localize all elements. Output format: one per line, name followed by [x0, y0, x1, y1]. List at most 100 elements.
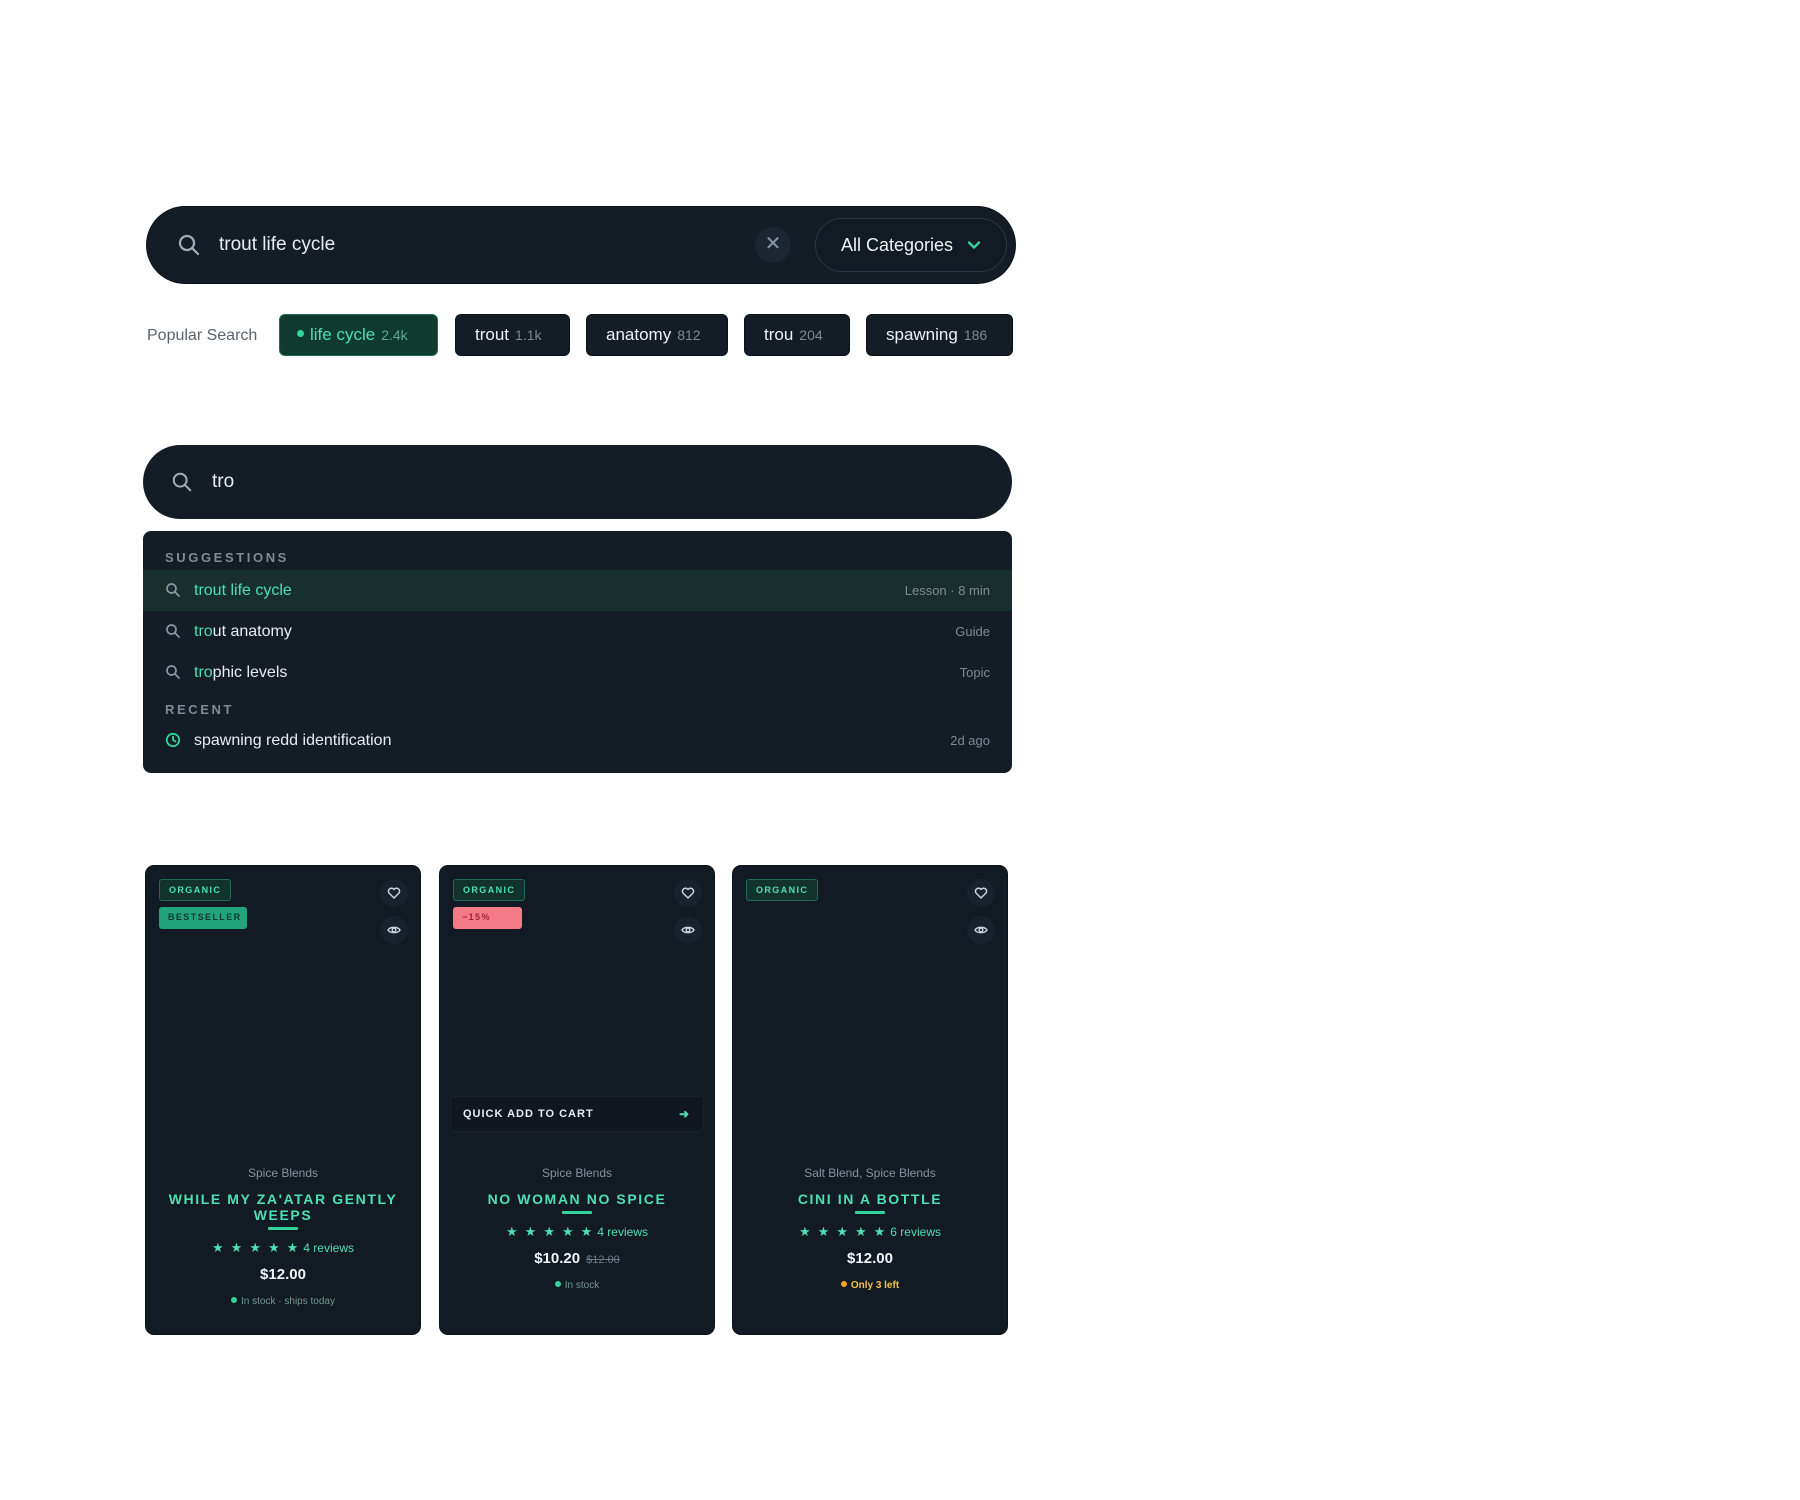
rating: ★★★★★4 reviews — [146, 1240, 420, 1256]
recent-meta: 2d ago — [950, 733, 990, 748]
eye-icon — [387, 926, 401, 934]
search-bar[interactable]: trout life cycle ✕ All Categories — [147, 207, 1015, 283]
product-category: Spice Blends — [247, 1166, 319, 1180]
quick-view-button[interactable] — [967, 916, 995, 944]
eye-icon — [974, 926, 988, 934]
title-underline — [268, 1227, 298, 1230]
suggestion-meta: Guide — [955, 624, 990, 639]
close-icon: ✕ — [764, 233, 782, 255]
stock-dot — [840, 1281, 847, 1288]
search-icon — [178, 234, 200, 256]
chip-count: 1.1k — [515, 327, 542, 343]
suggestion-label: trout anatomy — [194, 621, 292, 642]
search-icon — [166, 583, 180, 597]
arrow-right-icon: ➜ — [678, 1107, 689, 1121]
price-current: $10.20 — [534, 1250, 581, 1267]
stock-status: In stock · ships today — [146, 1296, 420, 1307]
chip-count: 2.4k — [381, 327, 408, 343]
stock-status: In stock — [440, 1280, 714, 1291]
rating: ★★★★★6 reviews — [733, 1224, 1007, 1240]
star-icons: ★★★★★ — [212, 1240, 306, 1255]
quick-view-button[interactable] — [674, 916, 702, 944]
chip-count: 186 — [963, 327, 988, 343]
recent-item[interactable]: spawning redd identification 2d ago — [143, 720, 1012, 761]
popular-search-label: Popular Search — [147, 327, 258, 344]
quick-add-to-cart-button[interactable]: QUICK ADD TO CART ➜ — [450, 1096, 704, 1132]
suggestion-rest: phic levels — [212, 664, 288, 681]
product-card[interactable]: ORGANIC Salt Blend, Spice Blends CINI IN… — [733, 866, 1007, 1334]
popular-chip-spawning[interactable]: spawning 186 — [866, 314, 1013, 356]
organic-badge: ORGANIC — [159, 879, 232, 901]
suggestion-match: tro — [194, 582, 213, 599]
suggestion-item[interactable]: trout life cycle Lesson · 8 min — [143, 570, 1012, 611]
autocomplete-dropdown: SUGGESTIONS trout life cycle Lesson · 8 … — [143, 531, 1012, 773]
review-count[interactable]: 6 reviews — [890, 1225, 941, 1239]
search-icon — [166, 665, 180, 679]
organic-badge: ORGANIC — [453, 879, 526, 901]
product-price: $12.00 — [146, 1266, 420, 1283]
suggestion-rest: ut life cycle — [212, 582, 292, 599]
product-title[interactable]: NO WOMAN NO SPICE — [460, 1191, 694, 1207]
clock-icon — [165, 732, 181, 748]
stock-dot — [231, 1297, 238, 1304]
product-title[interactable]: CINI IN A BOTTLE — [753, 1191, 987, 1207]
product-category: Spice Blends — [541, 1166, 613, 1180]
title-underline — [855, 1211, 885, 1214]
price-original: $12.00 — [586, 1254, 620, 1266]
autocomplete-search-bar[interactable]: tro — [143, 445, 1012, 519]
price-current: $12.00 — [847, 1250, 893, 1267]
chip-label: trout — [475, 325, 510, 344]
product-card[interactable]: ORGANIC −15% QUICK ADD TO CART ➜ Spice Bl… — [440, 866, 714, 1334]
chip-label: anatomy — [606, 325, 672, 344]
recent-label: spawning redd identification — [194, 732, 392, 749]
stock-label: In stock — [564, 1280, 600, 1291]
search-icon — [172, 472, 192, 492]
chip-label: spawning — [886, 325, 958, 344]
search-icon — [166, 624, 180, 638]
stock-dot — [554, 1281, 561, 1288]
stock-status: Only 3 left — [733, 1280, 1007, 1291]
wishlist-button[interactable] — [967, 879, 995, 907]
product-title[interactable]: WHILE MY ZA'ATAR GENTLY WEEPS — [166, 1191, 400, 1223]
suggestion-meta: Topic — [959, 665, 990, 680]
stock-label: In stock · ships today — [241, 1296, 335, 1307]
price-current: $12.00 — [260, 1266, 306, 1283]
suggestion-label: trophic levels — [194, 662, 287, 683]
product-card[interactable]: ORGANIC BESTSELLER Spice Blends WHILE MY… — [146, 866, 420, 1334]
chip-label: life cycle — [310, 325, 376, 344]
popular-chip-life-cycle[interactable]: life cycle 2.4k — [279, 314, 438, 356]
wishlist-button[interactable] — [380, 879, 408, 907]
suggestion-rest: ut anatomy — [212, 623, 292, 640]
bestseller-badge: BESTSELLER — [159, 907, 247, 929]
category-select[interactable]: All Categories — [815, 218, 1007, 272]
eye-icon — [681, 926, 695, 934]
active-dot — [297, 330, 304, 338]
wishlist-button[interactable] — [674, 879, 702, 907]
chip-label: trou — [764, 325, 794, 344]
search-input[interactable]: tro — [212, 470, 234, 494]
title-underline — [562, 1211, 592, 1214]
quick-view-button[interactable] — [380, 916, 408, 944]
search-input[interactable]: trout life cycle — [219, 232, 335, 258]
rating: ★★★★★4 reviews — [440, 1224, 714, 1240]
product-price: $10.20 $12.00 — [440, 1250, 714, 1267]
popular-chip-anatomy[interactable]: anatomy 812 — [586, 314, 728, 356]
heart-icon — [387, 887, 401, 899]
chevron-down-icon — [967, 241, 981, 249]
product-category: Salt Blend, Spice Blends — [804, 1166, 936, 1180]
heart-icon — [974, 887, 988, 899]
suggestion-match: tro — [194, 664, 213, 681]
discount-badge: −15% — [453, 907, 522, 929]
review-count[interactable]: 4 reviews — [597, 1225, 648, 1239]
suggestion-match: tro — [194, 623, 213, 640]
suggestion-item[interactable]: trout anatomy Guide — [143, 611, 1012, 652]
review-count[interactable]: 4 reviews — [303, 1241, 354, 1255]
clear-search-button[interactable]: ✕ — [755, 227, 791, 263]
chip-count: 204 — [799, 327, 823, 343]
popular-chip-trout[interactable]: trout 1.1k — [455, 314, 570, 356]
suggestions-heading: SUGGESTIONS — [165, 550, 289, 565]
suggestion-meta: Lesson · 8 min — [904, 583, 990, 598]
suggestion-item[interactable]: trophic levels Topic — [143, 652, 1012, 693]
popular-chip-trou[interactable]: trou 204 — [744, 314, 850, 356]
star-icons: ★★★★★ — [506, 1224, 600, 1239]
